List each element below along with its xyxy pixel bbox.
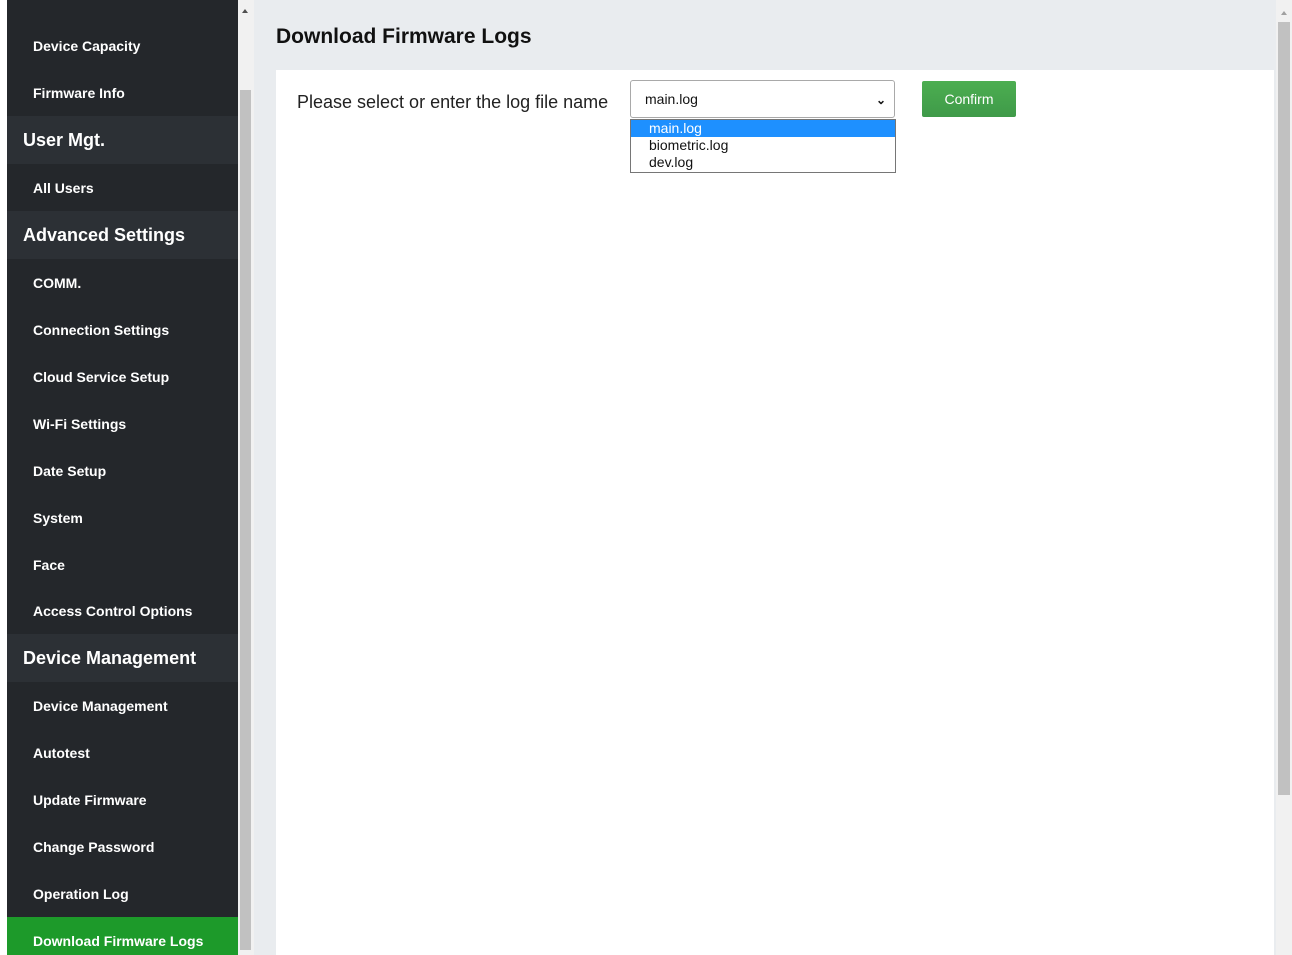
sidebar-item-label: Access Control Options [33, 603, 193, 619]
sidebar-item-label: Connection Settings [33, 321, 170, 338]
sidebar-item-label: COMM. [33, 274, 82, 291]
sidebar-item-label: Device Capacity [33, 37, 141, 54]
sidebar-item-all-users[interactable]: All Users [7, 164, 238, 211]
sidebar-item-device-management[interactable]: Device Management [7, 682, 238, 729]
sidebar-item-change-password[interactable]: Change Password [7, 823, 238, 870]
sidebar: Device Capacity Firmware Info User Mgt. … [7, 0, 238, 955]
sidebar-section-label: Device Management [23, 647, 197, 668]
log-option-dev[interactable]: dev.log [631, 154, 895, 171]
sidebar-item-label: Download Firmware Logs [33, 932, 204, 949]
sidebar-item-label: Device Management [33, 697, 168, 714]
sidebar-item-connection-settings[interactable]: Connection Settings [7, 306, 238, 353]
sidebar-item-label: Autotest [33, 744, 90, 761]
main-scrollbar[interactable] [1276, 0, 1292, 955]
sidebar-item-download-firmware-logs[interactable]: Download Firmware Logs [7, 917, 238, 955]
log-file-select-value: main.log [645, 91, 698, 107]
sidebar-item-label: Firmware Info [33, 84, 125, 101]
sidebar-item-device-capacity[interactable]: Device Capacity [7, 22, 238, 69]
sidebar-item-label: Wi-Fi Settings [33, 415, 127, 432]
sidebar-item-wifi-settings[interactable]: Wi-Fi Settings [7, 400, 238, 447]
sidebar-item-label: Operation Log [33, 885, 129, 902]
scroll-up-arrow-icon[interactable] [242, 9, 248, 13]
main-scrollbar-thumb[interactable] [1278, 22, 1290, 795]
sidebar-item-label: Cloud Service Setup [33, 368, 170, 385]
sidebar-scrollbar[interactable] [238, 0, 254, 955]
sidebar-section-user-mgt[interactable]: User Mgt. [7, 116, 238, 164]
sidebar-item-label: Date Setup [33, 462, 107, 479]
sidebar-section-label: Advanced Settings [23, 224, 186, 245]
sidebar-section-advanced-settings[interactable]: Advanced Settings [7, 211, 238, 259]
page-title: Download Firmware Logs [276, 25, 532, 48]
sidebar-section-label: User Mgt. [23, 129, 106, 150]
content-card: Please select or enter the log file name… [276, 70, 1274, 955]
sidebar-section-device-management[interactable]: Device Management [7, 634, 238, 682]
log-option-main[interactable]: main.log [631, 120, 895, 137]
confirm-button[interactable]: Confirm [922, 81, 1016, 117]
sidebar-scrollbar-thumb[interactable] [240, 90, 251, 950]
sidebar-item-face[interactable]: Face [7, 541, 238, 588]
sidebar-item-firmware-info[interactable]: Firmware Info [7, 69, 238, 116]
sidebar-item-label: Update Firmware [33, 791, 147, 808]
sidebar-item-label: System [33, 509, 83, 526]
sidebar-item-operation-log[interactable]: Operation Log [7, 870, 238, 917]
log-option-biometric[interactable]: biometric.log [631, 137, 895, 154]
sidebar-item-update-firmware[interactable]: Update Firmware [7, 776, 238, 823]
sidebar-item-label: All Users [33, 179, 94, 196]
sidebar-item-system[interactable]: System [7, 494, 238, 541]
scroll-up-arrow-icon[interactable] [1281, 11, 1287, 15]
log-file-options-list: main.log biometric.log dev.log [630, 119, 896, 173]
log-file-label: Please select or enter the log file name [297, 92, 609, 112]
chevron-down-icon: ⌄ [875, 93, 886, 107]
sidebar-item-access-control-options[interactable]: Access Control Options [7, 588, 238, 634]
main-panel: Download Firmware Logs Please select or … [254, 0, 1276, 955]
sidebar-item-cloud-service-setup[interactable]: Cloud Service Setup [7, 353, 238, 400]
sidebar-item-label: Change Password [33, 838, 155, 855]
log-file-select[interactable]: main.log ⌄ [630, 80, 895, 118]
sidebar-item-date-setup[interactable]: Date Setup [7, 447, 238, 494]
sidebar-item-comm[interactable]: COMM. [7, 259, 238, 306]
sidebar-item-autotest[interactable]: Autotest [7, 729, 238, 776]
sidebar-item-label: Face [33, 556, 65, 573]
